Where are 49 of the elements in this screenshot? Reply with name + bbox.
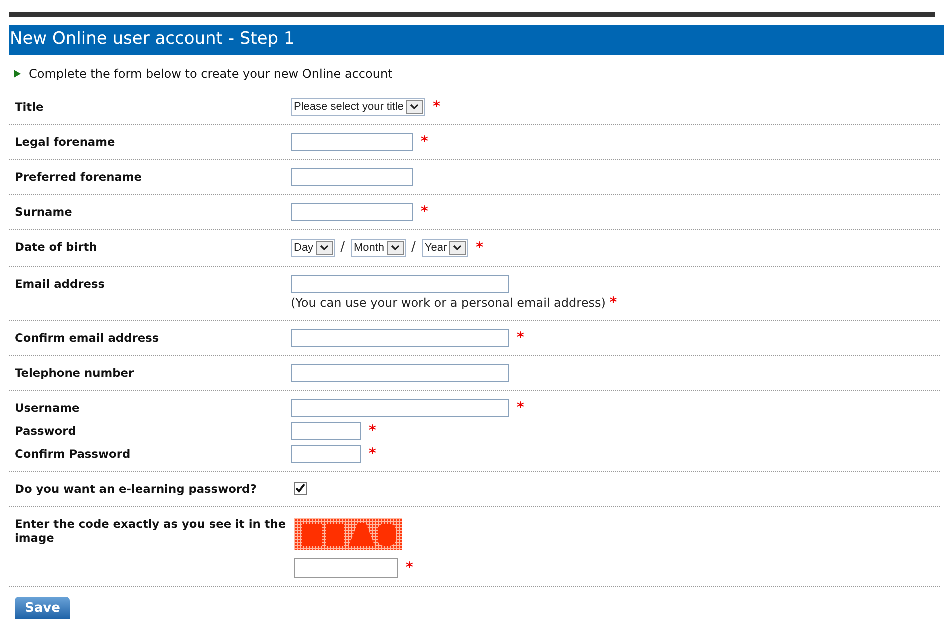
required-mark: * [406,560,414,574]
text-field[interactable] [291,168,413,186]
text-field[interactable] [291,422,361,440]
field-label: Title [14,99,45,114]
required-mark: * [517,400,524,414]
text-field[interactable] [291,274,509,292]
required-mark: * [369,446,376,460]
field-label: Password [14,422,78,438]
page-header: New Online user account - Step 1 [9,25,944,55]
field-label: Telephone number [14,364,136,380]
required-mark: * [369,424,376,438]
chevron-down-icon [316,240,333,255]
field-label: Email address [14,276,106,290]
field-label: Enter the code exactly as you see it in the image [14,516,288,544]
required-mark: * [517,330,524,344]
chevron-down-icon [406,100,424,114]
text-field[interactable] [291,133,413,151]
dropdown[interactable]: Please select your title [291,98,426,116]
date-separator: / [412,239,416,257]
required-mark: * [476,240,484,255]
field-label: Preferred forename [14,169,143,184]
field-label: Username [14,400,81,414]
required-mark: * [433,100,440,114]
text-field[interactable] [291,364,509,382]
dropdown[interactable]: Year [422,238,468,257]
text-field[interactable] [291,203,413,221]
field-hint: (You can use your work or a personal email address) [291,294,606,312]
save-button[interactable]: Save [15,597,70,620]
required-mark: * [610,296,618,310]
date-separator: / [340,239,345,257]
text-field[interactable] [291,398,509,416]
text-field[interactable] [291,444,361,462]
required-mark: * [421,135,428,149]
field-label: Confirm Password [14,446,132,460]
field-label: Confirm email address [14,330,160,344]
chevron-down-icon [386,240,404,255]
dropdown[interactable]: Month [350,238,406,257]
play-icon [14,70,21,78]
intro-text: Complete the form below to create your new Online account [29,66,393,83]
required-mark: * [421,205,428,219]
text-field[interactable] [291,328,509,346]
field-label: Legal forename [14,134,116,149]
field-label: Surname [14,204,74,219]
field-label: Date of birth [14,239,98,254]
chevron-down-icon [449,240,466,255]
field-label: Do you want an e-learning password? [14,480,258,496]
text-field[interactable] [294,558,398,578]
dropdown[interactable]: Day [291,238,335,257]
checkbox[interactable] [294,482,307,494]
